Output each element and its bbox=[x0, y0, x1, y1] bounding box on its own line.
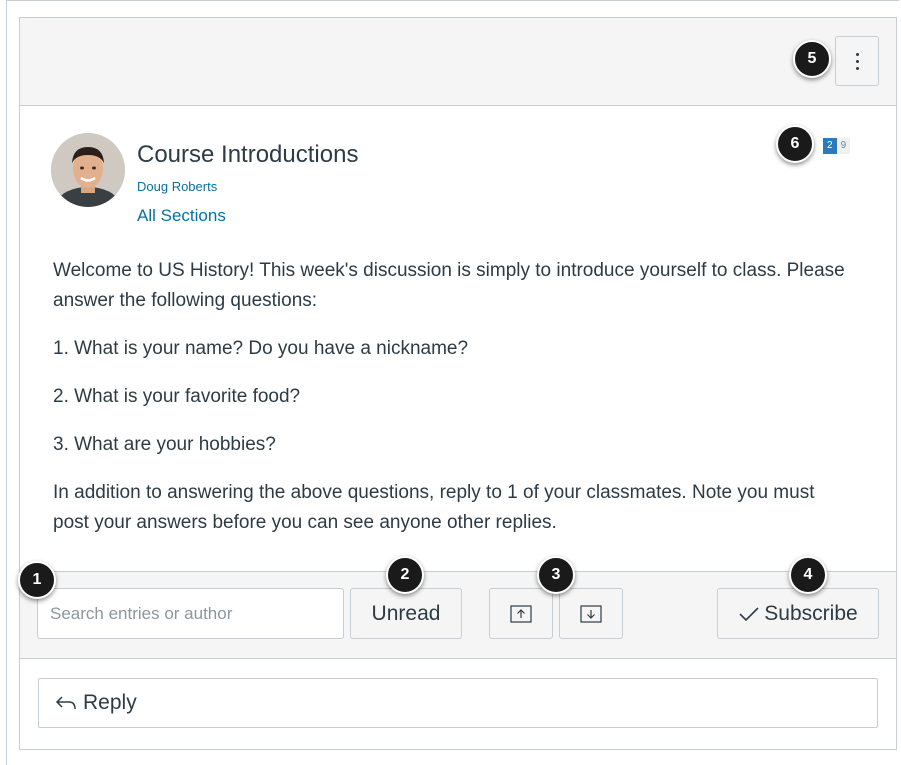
expand-down-icon bbox=[580, 604, 602, 623]
discussion-toolbar: Unread Subscribe bbox=[20, 571, 896, 659]
sections-link[interactable]: All Sections bbox=[137, 206, 226, 226]
author-photo-icon bbox=[51, 133, 125, 207]
reply-arrow-icon bbox=[55, 696, 76, 710]
body-paragraph: Welcome to US History! This week's discu… bbox=[53, 260, 845, 311]
collapse-replies-button[interactable] bbox=[489, 588, 553, 639]
subscribe-button[interactable]: Subscribe bbox=[717, 588, 879, 639]
reply-label: Reply bbox=[83, 691, 137, 714]
callout-marker: 2 bbox=[386, 556, 424, 594]
topic-body: Welcome to US History! This week's discu… bbox=[53, 256, 853, 556]
checkmark-icon bbox=[739, 606, 759, 621]
body-paragraph: 1. What is your name? Do you have a nick… bbox=[53, 338, 469, 359]
body-paragraph: 2. What is your favorite food? bbox=[53, 386, 301, 407]
topic-title: Course Introductions bbox=[137, 141, 359, 168]
reply-button[interactable]: Reply bbox=[38, 678, 878, 728]
reply-counts: 2 9 bbox=[823, 138, 851, 154]
callout-marker: 6 bbox=[776, 125, 814, 163]
expand-replies-button[interactable] bbox=[559, 588, 623, 639]
callout-marker: 5 bbox=[793, 40, 831, 78]
unread-filter-button[interactable]: Unread bbox=[350, 588, 462, 639]
total-count-badge: 9 bbox=[836, 138, 851, 154]
author-name-link[interactable]: Doug Roberts bbox=[137, 179, 217, 194]
search-input[interactable] bbox=[37, 588, 344, 639]
body-paragraph: In addition to answering the above quest… bbox=[53, 482, 815, 533]
body-paragraph: 3. What are your hobbies? bbox=[53, 434, 276, 455]
options-menu-button[interactable] bbox=[835, 36, 879, 86]
callout-marker: 4 bbox=[789, 556, 827, 594]
discussion-card: Course Introductions Doug Roberts All Se… bbox=[19, 17, 897, 750]
callout-marker: 1 bbox=[18, 561, 56, 599]
collapse-up-icon bbox=[510, 604, 532, 623]
subscribe-label: Subscribe bbox=[764, 601, 858, 625]
topic-header-bar bbox=[20, 18, 896, 106]
avatar[interactable] bbox=[51, 133, 125, 207]
more-options-icon bbox=[855, 51, 859, 72]
unread-count-badge: 2 bbox=[823, 138, 837, 154]
callout-marker: 3 bbox=[537, 556, 575, 594]
